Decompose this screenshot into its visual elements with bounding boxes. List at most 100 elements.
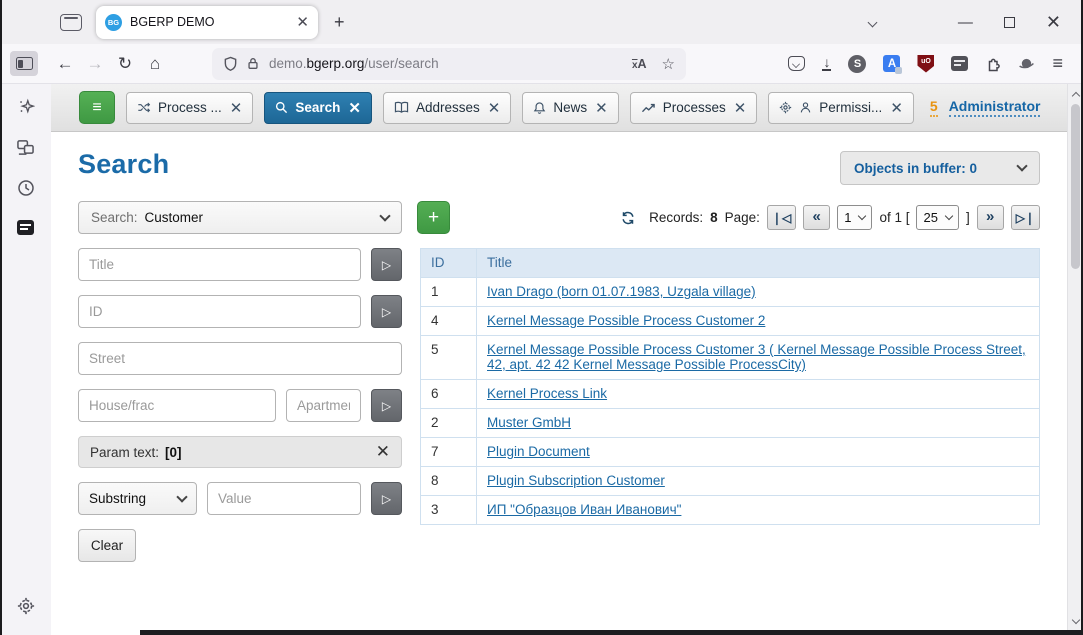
firefox-view-icon[interactable] [60, 14, 82, 31]
bgerp-page: ≡ Process ... ✕ Search ✕ Addresses ✕ [51, 84, 1067, 635]
objects-buffer-button[interactable]: Objects in buffer: 0 [840, 151, 1040, 185]
reload-button[interactable]: ↻ [110, 54, 140, 74]
customer-link[interactable]: Kernel Message Possible Process Customer… [487, 342, 1026, 372]
id-input[interactable] [78, 295, 361, 328]
downloads-icon[interactable]: ↓ [822, 56, 831, 71]
apartment-input[interactable] [286, 389, 361, 422]
app-tab-search[interactable]: Search ✕ [264, 92, 372, 124]
last-page-button[interactable]: ▷❘ [1011, 205, 1040, 230]
sidebar-settings-gear-icon[interactable] [17, 597, 35, 615]
table-row: 1Ivan Drago (born 01.07.1983, Uzgala vil… [421, 278, 1040, 307]
customer-link[interactable]: Plugin Document [487, 444, 590, 459]
param-text-bar[interactable]: Param text: [0] ✕ [78, 436, 402, 468]
ublock-shield-icon[interactable]: uO [917, 55, 934, 73]
pocket-icon[interactable] [788, 56, 805, 71]
home-button[interactable]: ⌂ [140, 54, 170, 74]
column-header-id: ID [421, 249, 477, 278]
tab-list-chevron-icon[interactable] [867, 17, 877, 27]
title-search-go-button[interactable]: ▷ [371, 248, 402, 281]
customer-link[interactable]: Kernel Message Possible Process Customer… [487, 313, 765, 328]
app-tab-addresses[interactable]: Addresses ✕ [383, 92, 511, 124]
customer-link[interactable]: Plugin Subscription Customer [487, 473, 665, 488]
app-tab-bar: ≡ Process ... ✕ Search ✕ Addresses ✕ [51, 84, 1067, 132]
app-tab-close-icon[interactable]: ✕ [230, 99, 243, 117]
history-clock-icon[interactable] [17, 179, 35, 197]
planet-icon[interactable] [1018, 55, 1035, 72]
param-search-go-button[interactable]: ▷ [371, 482, 402, 515]
maximize-button[interactable] [1004, 17, 1015, 28]
titlebar-controls: — ✕ [869, 12, 1083, 33]
search-type-select[interactable]: Search: Customer [78, 201, 402, 234]
results-table: ID Title 1Ivan Drago (born 01.07.1983, U… [420, 248, 1040, 525]
lock-icon[interactable] [246, 56, 260, 71]
clear-button[interactable]: Clear [78, 529, 136, 562]
add-search-button[interactable]: + [417, 201, 450, 234]
street-input[interactable] [78, 342, 402, 375]
translate-extension-icon[interactable]: A [883, 55, 900, 72]
app-tab-label: Permissi... [819, 100, 882, 115]
next-page-button[interactable]: » [977, 205, 1004, 230]
param-close-icon[interactable]: ✕ [376, 442, 390, 462]
match-mode-select[interactable]: Substring [78, 482, 197, 515]
title-input[interactable] [78, 248, 361, 281]
toolbar-extensions: ↓ S A uO ≡ [788, 53, 1073, 74]
app-tab-processes[interactable]: Processes ✕ [630, 92, 758, 124]
plus-icon: + [428, 207, 439, 229]
app-tab-news[interactable]: News ✕ [522, 92, 618, 124]
app-tab-close-icon[interactable]: ✕ [488, 99, 501, 117]
bracket-close-label: ] [966, 210, 970, 225]
puzzle-extensions-icon[interactable] [985, 56, 1001, 72]
back-button[interactable]: ← [50, 54, 80, 74]
new-tab-button[interactable]: + [334, 12, 345, 33]
app-tab-close-icon[interactable]: ✕ [348, 99, 361, 117]
url-bar[interactable]: demo.bgerp.org/user/search xA ☆ [212, 48, 686, 80]
wallet-card-icon[interactable] [951, 56, 968, 71]
translate-icon[interactable]: xA [632, 57, 647, 71]
customer-link[interactable]: Kernel Process Link [487, 386, 607, 401]
window-edge-left [0, 0, 2, 635]
param-value-input[interactable] [207, 482, 361, 515]
first-page-button[interactable]: ❘◁ [767, 205, 796, 230]
address-search-go-button[interactable]: ▷ [371, 389, 402, 422]
app-tab-close-icon[interactable]: ✕ [890, 99, 903, 117]
user-area: 5 Administrator [930, 98, 1041, 117]
app-tab-label: Processes [663, 100, 726, 115]
table-header-row: ID Title [421, 249, 1040, 278]
window-close-button[interactable]: ✕ [1046, 12, 1061, 33]
page-title: Search [78, 149, 169, 180]
extension-s-icon[interactable]: S [848, 55, 866, 73]
tab-close-icon[interactable]: ✕ [296, 13, 309, 31]
app-tab-process[interactable]: Process ... ✕ [126, 92, 253, 124]
scrollbar-thumb[interactable] [1071, 104, 1080, 269]
customer-link[interactable]: ИП "Образцов Иван Иванович" [487, 502, 681, 517]
synced-tabs-icon[interactable] [16, 139, 35, 156]
house-input[interactable] [78, 389, 276, 422]
site-favicon: BG [105, 14, 122, 31]
app-tab-permissions[interactable]: Permissi... ✕ [768, 92, 914, 124]
app-menu-button[interactable]: ≡ [79, 91, 115, 124]
ai-sparkle-icon[interactable] [17, 98, 35, 116]
chevron-down-icon [1016, 160, 1027, 171]
browser-tab[interactable]: BG BGERP DEMO ✕ [96, 6, 318, 39]
sidebar-toggle-button[interactable] [10, 51, 38, 76]
customer-link[interactable]: Ivan Drago (born 01.07.1983, Uzgala vill… [487, 284, 756, 299]
prev-page-button[interactable]: « [803, 205, 830, 230]
browser-window: BG BGERP DEMO ✕ + — ✕ ← → ↻ ⌂ demo.bgerp… [0, 0, 1083, 635]
browser-tab-title: BGERP DEMO [130, 15, 290, 29]
customer-link[interactable]: Muster GmbH [487, 415, 571, 430]
page-size-select[interactable]: 25 [916, 205, 958, 230]
app-tab-close-icon[interactable]: ✕ [595, 99, 608, 117]
minimize-button[interactable]: — [958, 14, 973, 31]
app-tab-close-icon[interactable]: ✕ [734, 99, 747, 117]
notification-count-badge[interactable]: 5 [930, 98, 938, 117]
id-search-go-button[interactable]: ▷ [371, 295, 402, 328]
bookmark-star-icon[interactable]: ☆ [662, 55, 675, 73]
forward-button[interactable]: → [80, 54, 110, 74]
menu-hamburger-icon[interactable]: ≡ [1052, 53, 1063, 74]
refresh-icon[interactable] [620, 210, 636, 226]
table-row: 2Muster GmbH [421, 409, 1040, 438]
user-name-link[interactable]: Administrator [949, 98, 1041, 117]
bookmarks-panel-icon[interactable] [17, 220, 34, 235]
shield-icon[interactable] [223, 56, 238, 72]
page-number-select[interactable]: 1 [837, 205, 872, 230]
